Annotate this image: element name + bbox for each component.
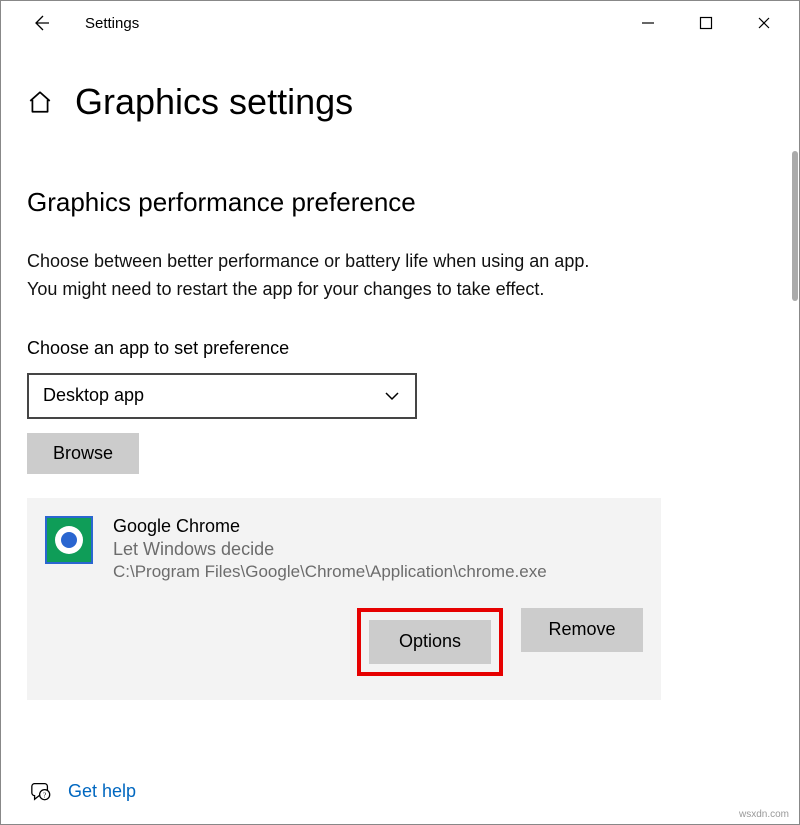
- back-button[interactable]: [19, 1, 63, 45]
- chevron-down-icon: [383, 387, 401, 405]
- close-icon: [757, 16, 771, 30]
- app-info: Google Chrome Let Windows decide C:\Prog…: [113, 516, 547, 582]
- content-area: Graphics settings Graphics performance p…: [1, 45, 799, 700]
- highlight-frame: Options: [357, 608, 503, 676]
- minimize-button[interactable]: [619, 5, 677, 41]
- get-help-link[interactable]: Get help: [68, 781, 136, 802]
- app-preference: Let Windows decide: [113, 539, 547, 560]
- choose-app-label: Choose an app to set preference: [27, 338, 773, 359]
- scrollbar[interactable]: [792, 151, 798, 301]
- app-type-select[interactable]: Desktop app: [27, 373, 417, 419]
- page-title: Graphics settings: [75, 81, 353, 123]
- app-path: C:\Program Files\Google\Chrome\Applicati…: [113, 562, 547, 582]
- section-description: Choose between better performance or bat…: [27, 248, 773, 304]
- section-heading: Graphics performance preference: [27, 187, 773, 218]
- options-button[interactable]: Options: [369, 620, 491, 664]
- app-name: Google Chrome: [113, 516, 547, 537]
- select-value: Desktop app: [43, 385, 144, 406]
- minimize-icon: [641, 16, 655, 30]
- window-controls: [619, 5, 793, 41]
- maximize-button[interactable]: [677, 5, 735, 41]
- app-card: Google Chrome Let Windows decide C:\Prog…: [27, 498, 661, 700]
- chrome-icon: [45, 516, 93, 564]
- watermark: wsxdn.com: [739, 809, 789, 820]
- maximize-icon: [699, 16, 713, 30]
- remove-button[interactable]: Remove: [521, 608, 643, 652]
- svg-text:?: ?: [43, 790, 46, 799]
- app-buttons: Options Remove: [45, 608, 643, 676]
- titlebar: Settings: [1, 1, 799, 45]
- home-icon[interactable]: [27, 89, 53, 115]
- page-header: Graphics settings: [27, 81, 773, 123]
- help-icon: ?: [30, 780, 52, 802]
- arrow-left-icon: [31, 13, 51, 33]
- window-title: Settings: [85, 15, 139, 32]
- browse-button[interactable]: Browse: [27, 433, 139, 474]
- close-button[interactable]: [735, 5, 793, 41]
- app-row: Google Chrome Let Windows decide C:\Prog…: [45, 516, 643, 582]
- help-link-row: ? Get help: [30, 780, 136, 802]
